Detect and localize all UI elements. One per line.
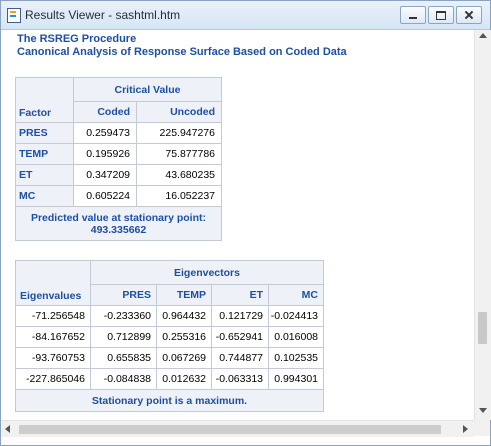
vertical-scrollbar[interactable] — [474, 30, 491, 420]
eigenvalue: -93.760753 — [15, 347, 91, 369]
eigenvector-mc: 0.016008 — [268, 326, 324, 348]
uncoded-value: 16.052237 — [136, 185, 222, 207]
minimize-button[interactable] — [400, 6, 426, 24]
factor-label: TEMP — [15, 143, 74, 165]
table-row: -84.167652 0.712899 0.255316 -0.652941 0… — [15, 326, 324, 348]
coded-value: 0.259473 — [73, 122, 137, 144]
table-row: ET 0.347209 43.680235 — [15, 164, 222, 186]
temp-column-header: TEMP — [156, 284, 212, 306]
eigenvector-mc: 0.102535 — [268, 347, 324, 369]
uncoded-column-header: Uncoded — [136, 101, 222, 123]
analysis-subtitle: Canonical Analysis of Response Surface B… — [17, 46, 347, 58]
predicted-value-label: Predicted value at stationary point: — [30, 211, 207, 224]
eigenvector-mc: 0.994301 — [268, 368, 324, 390]
eigenvector-pres: 0.655835 — [90, 347, 157, 369]
close-button[interactable] — [456, 6, 482, 24]
scroll-down-arrow-icon[interactable] — [479, 408, 487, 413]
eigenvalues-column-header: Eigenvalues — [15, 260, 91, 306]
factor-column-header: Factor — [15, 77, 74, 123]
uncoded-value: 75.877786 — [136, 143, 222, 165]
eigenvector-mc: -0.024413 — [268, 305, 324, 327]
eigenvector-temp: 0.255316 — [156, 326, 212, 348]
results-viewer-app-icon — [7, 8, 21, 23]
pres-column-header: PRES — [90, 284, 157, 306]
table-row: MC 0.605224 16.052237 — [15, 185, 222, 207]
vertical-scroll-thumb[interactable] — [478, 312, 487, 344]
eigenvector-temp: 0.964432 — [156, 305, 212, 327]
eigenvalue: -71.256548 — [15, 305, 91, 327]
factor-label: ET — [15, 164, 74, 186]
scroll-left-arrow-icon[interactable] — [5, 425, 10, 433]
scroll-right-arrow-icon[interactable] — [463, 425, 468, 433]
eigenvectors-table: Eigenvalues Eigenvectors PRES TEMP ET MC… — [15, 260, 324, 412]
horizontal-scroll-thumb[interactable] — [19, 425, 441, 434]
uncoded-value: 225.947276 — [136, 122, 222, 144]
predicted-value-note: Predicted value at stationary point: 493… — [15, 206, 222, 241]
table-row: -71.256548 -0.233360 0.964432 0.121729 -… — [15, 305, 324, 327]
eigenvector-et: 0.744877 — [211, 347, 269, 369]
results-viewer-window: Results Viewer - sashtml.htm The RSREG P… — [0, 0, 491, 446]
coded-value: 0.605224 — [73, 185, 137, 207]
critical-value-header: Critical Value — [73, 77, 222, 102]
stationary-point-note: Stationary point is a maximum. — [15, 389, 324, 412]
critical-value-table: Factor Critical Value Coded Uncoded PRES… — [15, 77, 222, 241]
eigenvector-pres: -0.233360 — [90, 305, 157, 327]
eigenvector-temp: 0.012632 — [156, 368, 212, 390]
window-title: Results Viewer - sashtml.htm — [25, 8, 181, 22]
et-column-header: ET — [211, 284, 269, 306]
eigenvector-et: 0.121729 — [211, 305, 269, 327]
table-row: -227.865046 -0.084838 0.012632 -0.063313… — [15, 368, 324, 390]
scroll-up-arrow-icon[interactable] — [479, 33, 487, 38]
factor-label: MC — [15, 185, 74, 207]
title-bar[interactable]: Results Viewer - sashtml.htm — [1, 1, 490, 30]
maximize-button[interactable] — [428, 6, 454, 24]
coded-value: 0.195926 — [73, 143, 137, 165]
coded-column-header: Coded — [73, 101, 137, 123]
horizontal-scrollbar[interactable] — [1, 420, 474, 437]
scrollbar-corner — [474, 420, 490, 436]
predicted-value: 493.335662 — [90, 223, 147, 236]
uncoded-value: 43.680235 — [136, 164, 222, 186]
table-row: -93.760753 0.655835 0.067269 0.744877 0.… — [15, 347, 324, 369]
eigenvector-pres: -0.084838 — [90, 368, 157, 390]
table-row: PRES 0.259473 225.947276 — [15, 122, 222, 144]
coded-value: 0.347209 — [73, 164, 137, 186]
procedure-title: The RSREG Procedure — [17, 33, 137, 45]
factor-label: PRES — [15, 122, 74, 144]
results-content: The RSREG Procedure Canonical Analysis o… — [1, 30, 474, 420]
table-row: TEMP 0.195926 75.877786 — [15, 143, 222, 165]
eigenvalue: -227.865046 — [15, 368, 91, 390]
eigenvectors-header: Eigenvectors — [90, 260, 324, 285]
eigenvalue: -84.167652 — [15, 326, 91, 348]
eigenvector-et: -0.063313 — [211, 368, 269, 390]
eigenvector-et: -0.652941 — [211, 326, 269, 348]
eigenvector-temp: 0.067269 — [156, 347, 212, 369]
eigenvector-pres: 0.712899 — [90, 326, 157, 348]
mc-column-header: MC — [268, 284, 324, 306]
